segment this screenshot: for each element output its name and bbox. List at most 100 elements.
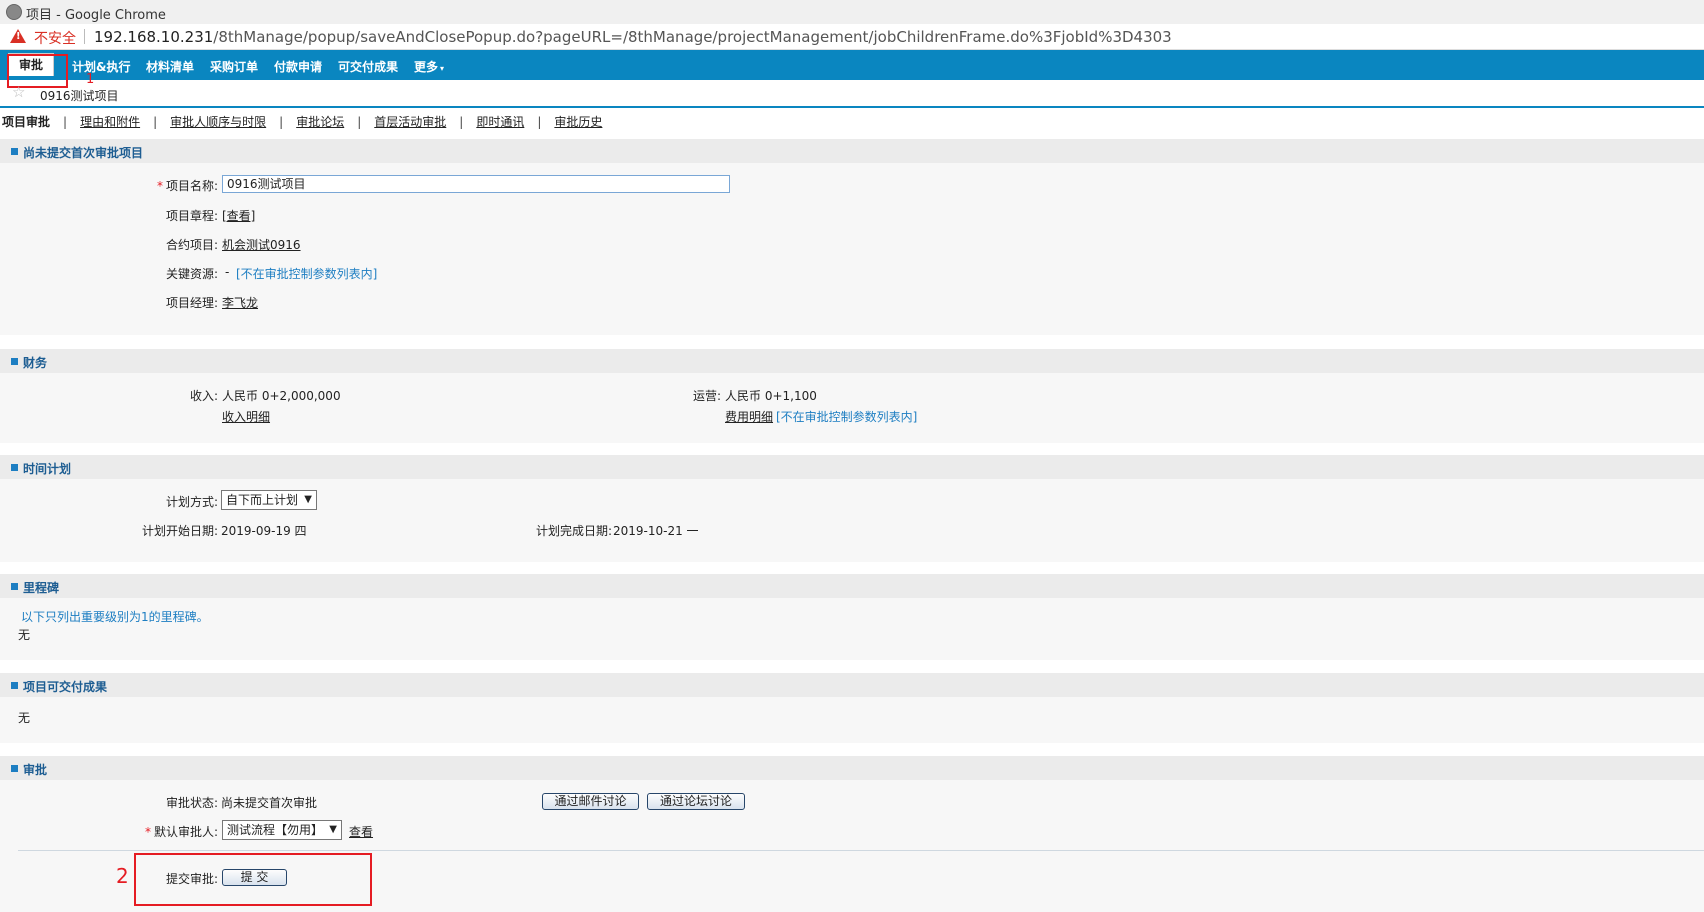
milestone-value: 无 bbox=[18, 628, 31, 642]
menu-item-deliverables[interactable]: 可交付成果 bbox=[338, 58, 398, 75]
plan-method-select[interactable]: 自下而上计划 ▼ bbox=[221, 490, 317, 510]
menu-item-purchase-orders[interactable]: 采购订单 bbox=[210, 58, 258, 75]
chrome-icon bbox=[6, 4, 22, 20]
default-approver-label: * 默认审批人: bbox=[145, 823, 218, 840]
tab-separator: | bbox=[537, 115, 542, 129]
dropdown-arrow-icon: ▼ bbox=[329, 824, 337, 835]
section-finance-header: 财务 bbox=[0, 349, 1704, 373]
section-approval-header: 审批 bbox=[0, 756, 1704, 780]
contract-label: 合约项目: bbox=[165, 238, 218, 252]
resource-note: [不在审批控制参数列表内] bbox=[236, 267, 378, 281]
required-mark: * bbox=[144, 825, 151, 839]
contract-link[interactable]: 机会测试0916 bbox=[222, 236, 301, 253]
star-icon[interactable]: ☆ bbox=[12, 83, 25, 101]
window-title: 项目 - Google Chrome bbox=[26, 8, 166, 23]
tab-reasons-attachments[interactable]: 理由和附件 bbox=[80, 113, 140, 130]
project-name-label-text: 项目名称: bbox=[165, 179, 218, 193]
sub-tabs: 项目审批 | 理由和附件 | 审批人顺序与时限 | 审批论坛 | 首层活动审批 | 即时通讯 | 审批历… bbox=[2, 113, 602, 131]
tab-separator: | bbox=[153, 115, 158, 129]
milestone-note: 以下只列出重要级别为1的里程碑。 bbox=[21, 610, 209, 624]
cost-detail-link[interactable]: 费用明细 bbox=[725, 408, 773, 425]
ops-label: 运营: bbox=[692, 389, 721, 403]
menu-item-materials[interactable]: 材料清单 bbox=[146, 58, 194, 75]
section-deliverables-header: 项目可交付成果 bbox=[0, 673, 1704, 697]
section-basic-header: 尚未提交首次审批项目 bbox=[0, 139, 1704, 163]
tab-project-approval[interactable]: 项目审批 bbox=[2, 113, 50, 130]
tab-approval-history[interactable]: 审批历史 bbox=[554, 113, 602, 130]
resource-value: - bbox=[225, 265, 230, 279]
dropdown-arrow-icon: ▼ bbox=[304, 494, 312, 505]
top-menu: 审批 计划&执行 材料清单 采购订单 付款申请 可交付成果 更多 ▾ bbox=[0, 50, 1704, 82]
approver-view-link[interactable]: 查看 bbox=[349, 823, 373, 840]
section-milestone-header: 里程碑 bbox=[0, 574, 1704, 598]
plan-method-value: 自下而上计划 bbox=[226, 493, 299, 507]
project-name-header: 0916测试项目 bbox=[40, 89, 119, 103]
menu-item-more[interactable]: 更多 ▾ bbox=[414, 58, 444, 75]
section-bullet-icon bbox=[11, 148, 18, 155]
section-basic-title: 尚未提交首次审批项目 bbox=[23, 146, 144, 160]
address-separator bbox=[84, 29, 85, 44]
project-name-input[interactable]: 0916测试项目 bbox=[222, 175, 730, 193]
section-bullet-icon bbox=[11, 464, 18, 471]
approval-status-value: 尚未提交首次审批 bbox=[221, 796, 318, 810]
charter-label: 项目章程: bbox=[165, 209, 218, 223]
deliverables-value: 无 bbox=[18, 711, 31, 725]
insecure-label[interactable]: 不安全 bbox=[34, 28, 76, 48]
url-path: /8thManage/popup/saveAndClosePopup.do?pa… bbox=[213, 28, 1172, 46]
menu-item-plan-execute[interactable]: 计划&执行 bbox=[72, 58, 130, 75]
section-finance-title: 财务 bbox=[23, 356, 48, 370]
manager-link[interactable]: 李飞龙 bbox=[222, 294, 258, 311]
chevron-down-icon: ▾ bbox=[440, 64, 445, 73]
header-divider bbox=[0, 106, 1704, 108]
section-milestone-title: 里程碑 bbox=[23, 581, 60, 595]
plan-start-value: 2019-09-19 四 bbox=[221, 524, 307, 538]
tab-approver-order[interactable]: 审批人顺序与时限 bbox=[170, 113, 266, 130]
tab-approval-forum[interactable]: 审批论坛 bbox=[296, 113, 344, 130]
section-bullet-icon bbox=[11, 765, 18, 772]
email-discussion-button[interactable]: 通过邮件讨论 bbox=[542, 793, 639, 810]
window-titlebar: 项目 - Google Chrome bbox=[0, 0, 1704, 25]
resource-label: 关键资源: bbox=[165, 267, 218, 281]
tab-separator: | bbox=[459, 115, 464, 129]
cost-note: [不在审批控制参数列表内] bbox=[776, 410, 918, 424]
project-name-label: * 项目名称: bbox=[157, 177, 218, 194]
income-label: 收入: bbox=[189, 389, 218, 403]
approval-divider bbox=[18, 850, 1704, 851]
tab-instant-messaging[interactable]: 即时通讯 bbox=[476, 113, 524, 130]
default-approver-value: 测试流程【勿用】 bbox=[227, 823, 324, 837]
url-text[interactable]: 192.168.10.231/8thManage/popup/saveAndCl… bbox=[94, 28, 1172, 46]
approval-status-label: 审批状态: bbox=[165, 796, 218, 810]
section-deliverables-body: 无 bbox=[0, 697, 1704, 743]
section-schedule-body: 计划方式: 自下而上计划 ▼ 计划开始日期: 2019-09-19 四 计划完成日… bbox=[0, 479, 1704, 562]
submit-approval-label: 提交审批: bbox=[165, 872, 218, 886]
project-bar: ☆ 0916测试项目 bbox=[0, 82, 1704, 106]
warning-icon[interactable] bbox=[10, 29, 26, 43]
income-detail-link[interactable]: 收入明细 bbox=[222, 408, 270, 425]
section-schedule-header: 时间计划 bbox=[0, 455, 1704, 479]
plan-method-label: 计划方式: bbox=[165, 495, 218, 509]
forum-discussion-button[interactable]: 通过论坛讨论 bbox=[647, 793, 745, 810]
address-bar[interactable]: 不安全 192.168.10.231/8thManage/popup/saveA… bbox=[0, 24, 1704, 50]
tab-separator: | bbox=[279, 115, 284, 129]
section-bullet-icon bbox=[11, 682, 18, 689]
required-mark: * bbox=[156, 179, 163, 193]
url-host: 192.168.10.231 bbox=[94, 28, 214, 46]
section-basic-body: * 项目名称: 0916测试项目 项目章程: [查看] 合约项目: 机会测试091… bbox=[0, 163, 1704, 335]
section-bullet-icon bbox=[11, 583, 18, 590]
tab-top-activity-approval[interactable]: 首层活动审批 bbox=[374, 113, 446, 130]
section-approval-title: 审批 bbox=[23, 763, 48, 777]
section-finance-body: 收入: 人民币 0+2,000,000 收入明细 运营: 人民币 0+1,100… bbox=[0, 373, 1704, 443]
menu-item-approval[interactable]: 审批 bbox=[8, 53, 55, 76]
section-schedule-title: 时间计划 bbox=[23, 462, 72, 476]
submit-button[interactable]: 提 交 bbox=[222, 869, 287, 886]
section-bullet-icon bbox=[11, 358, 18, 365]
ops-value: 人民币 0+1,100 bbox=[725, 389, 817, 403]
section-approval-body: 审批状态: 尚未提交首次审批 通过邮件讨论 通过论坛讨论 * 默认审批人: 测试流… bbox=[0, 780, 1704, 912]
section-deliverables-title: 项目可交付成果 bbox=[23, 680, 108, 694]
income-value: 人民币 0+2,000,000 bbox=[222, 389, 341, 403]
charter-view-link[interactable]: [查看] bbox=[222, 207, 255, 224]
tab-separator: | bbox=[357, 115, 362, 129]
tab-separator: | bbox=[63, 115, 68, 129]
menu-item-payment-requests[interactable]: 付款申请 bbox=[274, 58, 322, 75]
default-approver-select[interactable]: 测试流程【勿用】 ▼ bbox=[222, 820, 342, 840]
